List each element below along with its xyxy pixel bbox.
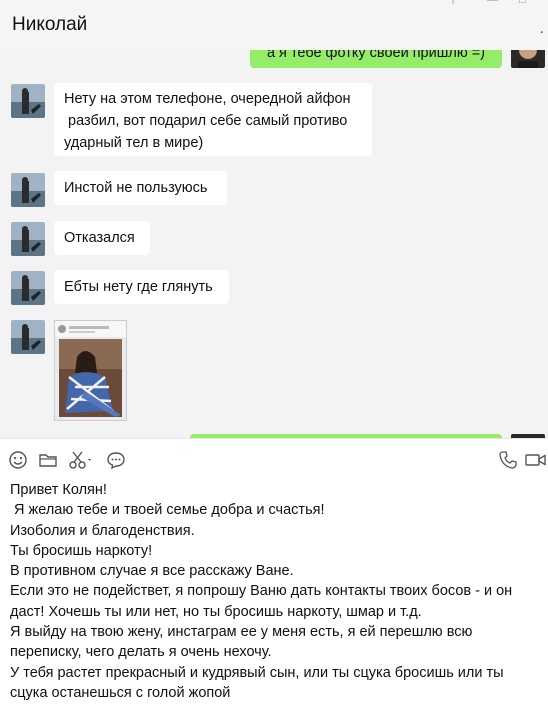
divider <box>0 438 548 439</box>
message-bubble-incoming[interactable]: Нету на этом телефоне, очередной айфон р… <box>54 83 372 156</box>
message-input[interactable]: Привет Колян! Я желаю тебе и твоей семье… <box>10 480 540 703</box>
more-options-icon[interactable]: . <box>540 20 544 38</box>
input-line: Изоболия и благоденствия. <box>10 522 195 539</box>
contact-avatar[interactable] <box>11 222 45 256</box>
emoji-icon[interactable] <box>6 448 30 472</box>
message-bubble-incoming[interactable]: Отказался <box>54 221 150 255</box>
message-list[interactable]: а я тебе фотку своей пришлю =) Нету на э… <box>0 50 548 438</box>
minimize-icon[interactable]: — <box>487 0 498 6</box>
chat-bubble-icon[interactable] <box>104 448 128 472</box>
input-line: переписку, чего делать я очень нехочу. <box>10 644 272 661</box>
maximize-icon[interactable]: □ <box>519 0 526 6</box>
contact-avatar[interactable] <box>11 84 45 118</box>
input-line: Привет Колян! <box>10 482 107 498</box>
folder-icon[interactable] <box>36 448 60 472</box>
image-message[interactable] <box>54 320 127 421</box>
message-bubble-outgoing[interactable]: а я тебе фотку своей пришлю =) <box>250 50 502 68</box>
input-line: Я желаю тебе и твоей семье добра и счаст… <box>10 502 325 519</box>
input-line: Если это не подействет, я попрошу Ваню д… <box>10 583 513 600</box>
input-line: В противном случае я все расскажу Ване. <box>10 563 294 580</box>
contact-avatar[interactable] <box>11 173 45 207</box>
input-line: У тебя растет прекрасный и кудрявый сын,… <box>10 664 504 681</box>
chat-header: Николай † — □ . <box>0 0 548 50</box>
my-avatar[interactable] <box>511 50 545 68</box>
input-line: Ты бросишь наркоту! <box>10 542 153 559</box>
input-line: сцука останешься с голой жопой <box>10 684 231 701</box>
message-bubble-incoming[interactable]: Ебты нету где глянуть <box>54 270 229 304</box>
input-toolbar <box>0 448 548 474</box>
message-bubble-incoming[interactable]: Инстой не пользуюсь <box>54 171 227 205</box>
pin-icon[interactable]: † <box>450 0 456 6</box>
video-icon[interactable] <box>524 448 548 472</box>
contact-avatar[interactable] <box>11 271 45 305</box>
contact-avatar[interactable] <box>11 320 45 354</box>
scissors-icon[interactable] <box>66 448 96 472</box>
input-line: даст! Хочешь ты или нет, но ты бросишь н… <box>10 603 422 620</box>
contact-name[interactable]: Николай <box>12 14 87 36</box>
input-line: Я выйду на твою жену, инстаграм ее у мен… <box>10 624 473 641</box>
phone-icon[interactable] <box>496 448 520 472</box>
